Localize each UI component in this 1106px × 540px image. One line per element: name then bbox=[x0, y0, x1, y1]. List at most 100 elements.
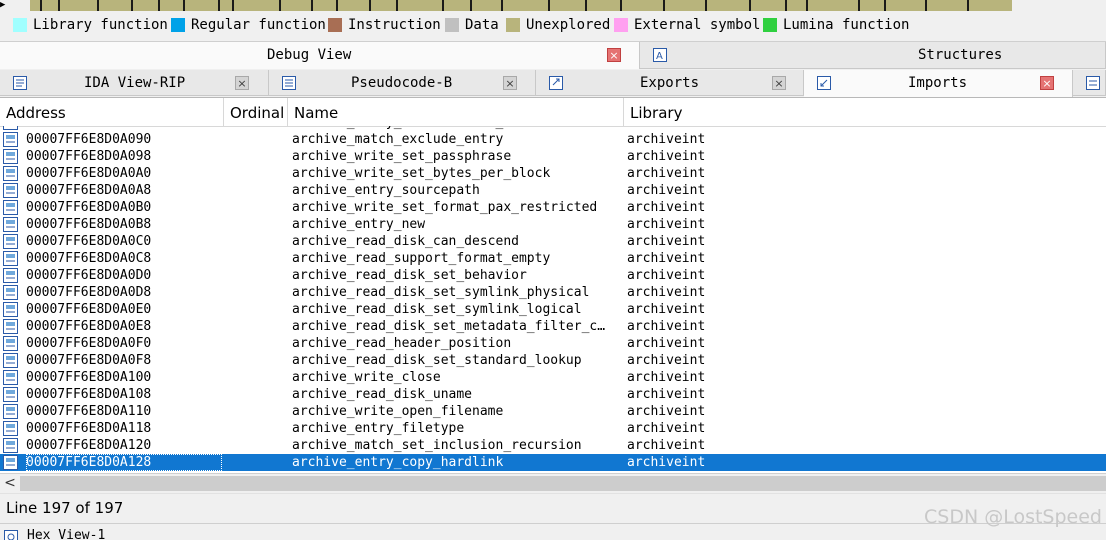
table-row[interactable]: 00007FF6E8D0A0E8archive_read_disk_set_me… bbox=[0, 318, 1106, 335]
cell-address: 00007FF6E8D0A0D8 bbox=[26, 284, 151, 301]
cell-address: 00007FF6E8D0A098 bbox=[26, 148, 151, 165]
table-row[interactable]: 00007FF6E8D0A090archive_match_exclude_en… bbox=[0, 131, 1106, 148]
legend-swatch bbox=[171, 18, 185, 32]
horizontal-scrollbar[interactable]: < bbox=[0, 473, 1106, 493]
tab-overflow[interactable] bbox=[1073, 70, 1106, 96]
legend-swatch bbox=[614, 18, 628, 32]
legend-swatch bbox=[13, 18, 27, 32]
cell-address: 00007FF6E8D0A108 bbox=[26, 386, 151, 403]
tab-label: Exports bbox=[640, 70, 699, 96]
cell-address: 00007FF6E8D0A0A8 bbox=[26, 182, 151, 199]
color-legend: Library function Regular function Instru… bbox=[0, 11, 1106, 42]
import-icon bbox=[3, 455, 18, 470]
import-icon bbox=[3, 234, 18, 249]
table-row[interactable]: 00007FF6E8D0A110 archive_write_open_filen… bbox=[0, 403, 1106, 420]
cell-library: archiveint bbox=[627, 437, 705, 454]
table-row[interactable]: 00007FF6E8D0A0F0archive_read_header_posi… bbox=[0, 335, 1106, 352]
import-icon bbox=[3, 319, 18, 334]
table-row[interactable]: 00007FF6E8D0A0F8archive_read_disk_set_st… bbox=[0, 352, 1106, 369]
close-icon[interactable]: × bbox=[772, 76, 786, 90]
list-icon bbox=[1086, 75, 1100, 89]
import-icon bbox=[3, 183, 18, 198]
table-row[interactable]: 00007FF6E8D0A0A0archive_write_set_bytes_… bbox=[0, 165, 1106, 182]
cell-name: archive_entry_new bbox=[292, 216, 620, 233]
import-icon bbox=[3, 302, 18, 317]
cell-address: 00007FF6E8D0A0E0 bbox=[26, 301, 151, 318]
table-row[interactable]: 00007FF6E8D0A0C0archive_read_disk_can_de… bbox=[0, 233, 1106, 250]
legend-swatch bbox=[445, 18, 459, 32]
column-header-library[interactable]: Library bbox=[624, 98, 1106, 126]
table-row[interactable]: 00007FF6E8D0A0B8archive_entry_newarchive… bbox=[0, 216, 1106, 233]
table-row[interactable]: 00007FF6E8D0A118archive_entry_filetypear… bbox=[0, 420, 1106, 437]
tab-structures[interactable]: A Structures bbox=[640, 42, 1106, 69]
cell-library: archiveint bbox=[627, 454, 705, 471]
table-body: 00007FF6E8D0A088archive_entry_linkresolv… bbox=[0, 126, 1106, 474]
close-icon[interactable]: × bbox=[1040, 76, 1054, 90]
cell-name: archive_entry_filetype bbox=[292, 420, 620, 437]
table-row[interactable]: 00007FF6E8D0A0A8archive_entry_sourcepath… bbox=[0, 182, 1106, 199]
legend-swatch bbox=[328, 18, 342, 32]
tab-debug-view[interactable]: Debug View × bbox=[0, 42, 640, 69]
tab-exports[interactable]: Exports × bbox=[536, 70, 804, 96]
tab-label: Imports bbox=[908, 70, 967, 96]
cell-name: archive_entry_copy_hardlink bbox=[292, 454, 620, 471]
exports-icon bbox=[549, 75, 563, 89]
import-icon bbox=[3, 149, 18, 164]
navigation-band[interactable]: ▶ bbox=[0, 0, 1106, 11]
cell-name: archive_match_exclude_entry bbox=[292, 131, 620, 148]
table-row[interactable]: 00007FF6E8D0A128 archive_entry_copy_hardl… bbox=[0, 454, 1106, 471]
cell-address: 00007FF6E8D0A0C0 bbox=[26, 233, 151, 250]
cell-address: 00007FF6E8D0A128 bbox=[26, 454, 222, 471]
table-row[interactable]: 00007FF6E8D0A0C8archive_read_support_for… bbox=[0, 250, 1106, 267]
cell-library: archiveint bbox=[627, 165, 705, 182]
cell-library: archiveint bbox=[627, 284, 705, 301]
table-row[interactable]: 00007FF6E8D0A0B0archive_write_set_format… bbox=[0, 199, 1106, 216]
column-header-name[interactable]: Name bbox=[288, 98, 624, 126]
cell-name: archive_read_header_position bbox=[292, 335, 620, 352]
cell-library: archiveint bbox=[627, 250, 705, 267]
tab-label: Hex View-1 bbox=[27, 528, 105, 540]
column-header-ordinal[interactable]: Ordinal bbox=[224, 98, 288, 126]
table-row[interactable]: 00007FF6E8D0A120archive_match_set_inclus… bbox=[0, 437, 1106, 454]
close-icon[interactable]: × bbox=[607, 48, 621, 62]
cell-address: 00007FF6E8D0A100 bbox=[26, 369, 151, 386]
structures-icon: A bbox=[653, 47, 667, 61]
nav-arrow-icon: ▶ bbox=[0, 0, 30, 11]
close-icon[interactable]: × bbox=[235, 76, 249, 90]
cell-name: archive_read_disk_set_symlink_logical bbox=[292, 301, 620, 318]
import-icon bbox=[3, 353, 18, 368]
table-row[interactable]: 00007FF6E8D0A0E0 archive_read_disk_set_sy… bbox=[0, 301, 1106, 318]
close-icon[interactable]: × bbox=[503, 76, 517, 90]
table-row[interactable]: 00007FF6E8D0A0D0archive_read_disk_set_be… bbox=[0, 267, 1106, 284]
import-icon bbox=[3, 285, 18, 300]
disassembly-icon bbox=[13, 75, 27, 89]
column-header-address[interactable]: Address bbox=[0, 98, 224, 126]
table-row[interactable]: 00007FF6E8D0A108archive_read_disk_unamea… bbox=[0, 386, 1106, 403]
cell-library: archiveint bbox=[627, 335, 705, 352]
cell-library: archiveint bbox=[627, 233, 705, 250]
scroll-thumb[interactable] bbox=[20, 476, 1106, 491]
line-count: Line 197 of 197 bbox=[6, 499, 123, 517]
scroll-left-icon[interactable]: < bbox=[0, 474, 20, 493]
table-row[interactable]: 00007FF6E8D0A0D8 archive_read_disk_set_sy… bbox=[0, 284, 1106, 301]
cell-library: archiveint bbox=[627, 386, 705, 403]
cell-name: archive_write_open_filename bbox=[292, 403, 620, 420]
imports-table[interactable]: Address Ordinal Name Library 00007FF6E8D… bbox=[0, 97, 1106, 474]
tab-pseudocode-b[interactable]: Pseudocode-B × bbox=[269, 70, 536, 96]
tab-imports[interactable]: Imports × bbox=[804, 70, 1073, 97]
watermark: CSDN @LostSpeed bbox=[924, 506, 1102, 528]
tab-label: IDA View-RIP bbox=[84, 70, 185, 96]
cell-address: 00007FF6E8D0A118 bbox=[26, 420, 151, 437]
cell-library: archiveint bbox=[627, 267, 705, 284]
cell-name: archive_read_disk_set_symlink_physical bbox=[292, 284, 620, 301]
tab-ida-view-rip[interactable]: IDA View-RIP × bbox=[0, 70, 269, 96]
cell-library: archiveint bbox=[627, 318, 705, 335]
cell-address: 00007FF6E8D0A0E8 bbox=[26, 318, 151, 335]
table-row[interactable]: 00007FF6E8D0A098archive_write_set_passph… bbox=[0, 148, 1106, 165]
svg-text:A: A bbox=[656, 51, 663, 62]
cell-address: 00007FF6E8D0A110 bbox=[26, 403, 151, 420]
cell-library: archiveint bbox=[627, 352, 705, 369]
cell-name: archive_read_disk_set_standard_lookup bbox=[292, 352, 620, 369]
table-row[interactable]: 00007FF6E8D0A100archive_write_closearchi… bbox=[0, 369, 1106, 386]
import-icon bbox=[3, 421, 18, 436]
